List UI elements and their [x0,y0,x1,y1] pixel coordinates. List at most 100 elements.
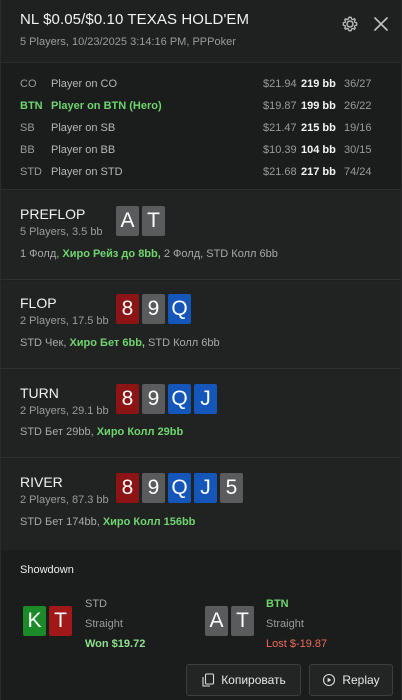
showdown-position: STD [85,598,107,610]
player-position: STD [20,166,42,178]
player-row: SB Player on SB $21.47 215 bb 19/16 [1,118,401,140]
street-name: RIVER [20,474,63,490]
player-stack-money: $21.68 [263,166,297,178]
card: A [205,606,228,636]
action-text: 1 Фолд, [20,248,63,260]
street-actions: STD Бет 174bb, Хиро Колл 156bb [20,516,195,528]
header: NL $0.05/$0.10 TEXAS HOLD'EM 5 Players, … [1,0,401,62]
player-stack-money: $21.94 [263,78,297,90]
close-icon[interactable] [371,14,391,34]
replay-button[interactable]: Replay [309,664,393,696]
street-turn: TURN 2 Players, 29.1 bb 8 9 Q J STD Бет … [1,370,401,458]
game-subtitle: 5 Players, 10/23/2025 3:14:16 PM, PPPoke… [20,36,236,48]
hero-showdown-cards: A T [205,606,254,636]
card: K [23,606,46,636]
showdown-result-lost: Lost $-19.87 [266,638,328,650]
showdown-title: Showdown [20,564,74,576]
villain-cards: K T [23,606,72,636]
card: 9 [142,384,165,414]
street-actions: STD Бет 29bb, Хиро Колл 29bb [20,426,183,438]
street-actions: 1 Фолд, Хиро Рейз до 8bb, 2 Фолд, STD Ко… [20,248,278,260]
player-stack-money: $10.39 [263,144,297,156]
gear-icon[interactable] [340,14,360,34]
card: 8 [116,294,139,324]
player-stats: 30/15 [344,144,372,156]
card: A [116,206,139,236]
card: Q [168,294,191,324]
player-stats: 26/22 [344,100,372,112]
player-stats: 19/16 [344,122,372,134]
copy-button[interactable]: Копировать [186,664,301,696]
player-name: Player on CO [51,78,118,90]
showdown-result-won: Won $19.72 [85,638,146,650]
player-stack-bb: 199 bb [301,100,336,112]
showdown-section: Showdown K T STD Straight Won $19.72 A T… [1,550,401,660]
street-pot: 2 Players, 29.1 bb [20,405,109,417]
hero-action: Хиро Бет 6bb, [69,337,145,349]
player-position: CO [20,78,37,90]
player-row: BB Player on BB $10.39 104 bb 30/15 [1,140,401,162]
player-stack-bb: 104 bb [301,144,336,156]
action-text: STD Бет 29bb, [20,426,97,438]
player-stats: 74/24 [344,166,372,178]
board-cards: 8 9 Q J 5 [116,473,243,503]
hand-history-window: NL $0.05/$0.10 TEXAS HOLD'EM 5 Players, … [0,0,402,700]
player-name: Player on BB [51,144,116,156]
copy-button-label: Копировать [221,673,286,687]
action-text: STD Чек, [20,337,70,349]
showdown-hand: Straight [85,618,123,630]
footer: Копировать Replay [1,660,401,700]
street-pot: 2 Players, 17.5 bb [20,315,109,327]
player-name: Player on STD [51,166,123,178]
game-title: NL $0.05/$0.10 TEXAS HOLD'EM [20,11,250,28]
action-text: 2 Фолд, STD Колл 6bb [160,248,278,260]
player-position: BB [20,144,35,156]
card: T [49,606,72,636]
card: 9 [142,294,165,324]
player-stack-bb: 217 bb [301,166,336,178]
hero-action: Хиро Рейз до 8bb, [62,248,161,260]
card: J [194,384,217,414]
hero-showdown-info: BTN Straight Lost $-19.87 [266,597,327,657]
player-row: STD Player on STD $21.68 217 bb 74/24 [1,162,401,184]
hero-hole-cards: A T [116,206,165,236]
hero-action: Хиро Колл 29bb [96,426,184,438]
card: Q [168,384,191,414]
action-text: STD Колл 6bb [144,337,220,349]
street-flop: FLOP 2 Players, 17.5 bb 8 9 Q STD Чек, Х… [1,281,401,369]
street-actions: STD Чек, Хиро Бет 6bb, STD Колл 6bb [20,337,220,349]
replay-icon [323,673,336,687]
street-name: FLOP [20,295,57,311]
street-name: TURN [20,385,59,401]
player-name: Player on SB [51,122,116,134]
showdown-position: BTN [266,598,289,610]
board-cards: 8 9 Q J [116,384,217,414]
players-table: CO Player on CO $21.94 219 bb 36/27 BTN … [1,62,401,190]
player-stack-bb: 219 bb [301,78,336,90]
villain-showdown-info: STD Straight Won $19.72 [85,597,145,657]
player-stack-bb: 215 bb [301,122,336,134]
player-row-hero: BTN Player on BTN (Hero) $19.87 199 bb 2… [1,96,401,118]
player-position: SB [20,122,35,134]
card: 8 [116,473,139,503]
card: 5 [220,473,243,503]
card: 9 [142,473,165,503]
street-river: RIVER 2 Players, 87.3 bb 8 9 Q J 5 STD Б… [1,459,401,550]
player-stats: 36/27 [344,78,372,90]
street-name: PREFLOP [20,206,86,222]
card: T [142,206,165,236]
hero-action: Хиро Колл 156bb [102,516,196,528]
player-stack-money: $19.87 [263,100,297,112]
street-pot: 2 Players, 87.3 bb [20,494,109,506]
card: T [231,606,254,636]
player-stack-money: $21.47 [263,122,297,134]
board-cards: 8 9 Q [116,294,191,324]
player-row: CO Player on CO $21.94 219 bb 36/27 [1,74,401,96]
street-pot: 5 Players, 3.5 bb [20,226,103,238]
showdown-hand: Straight [266,618,304,630]
player-name: Player on BTN (Hero) [51,100,162,112]
card: Q [168,473,191,503]
street-preflop: PREFLOP 5 Players, 3.5 bb A T 1 Фолд, Хи… [1,191,401,280]
card: J [194,473,217,503]
player-position: BTN [20,100,43,112]
